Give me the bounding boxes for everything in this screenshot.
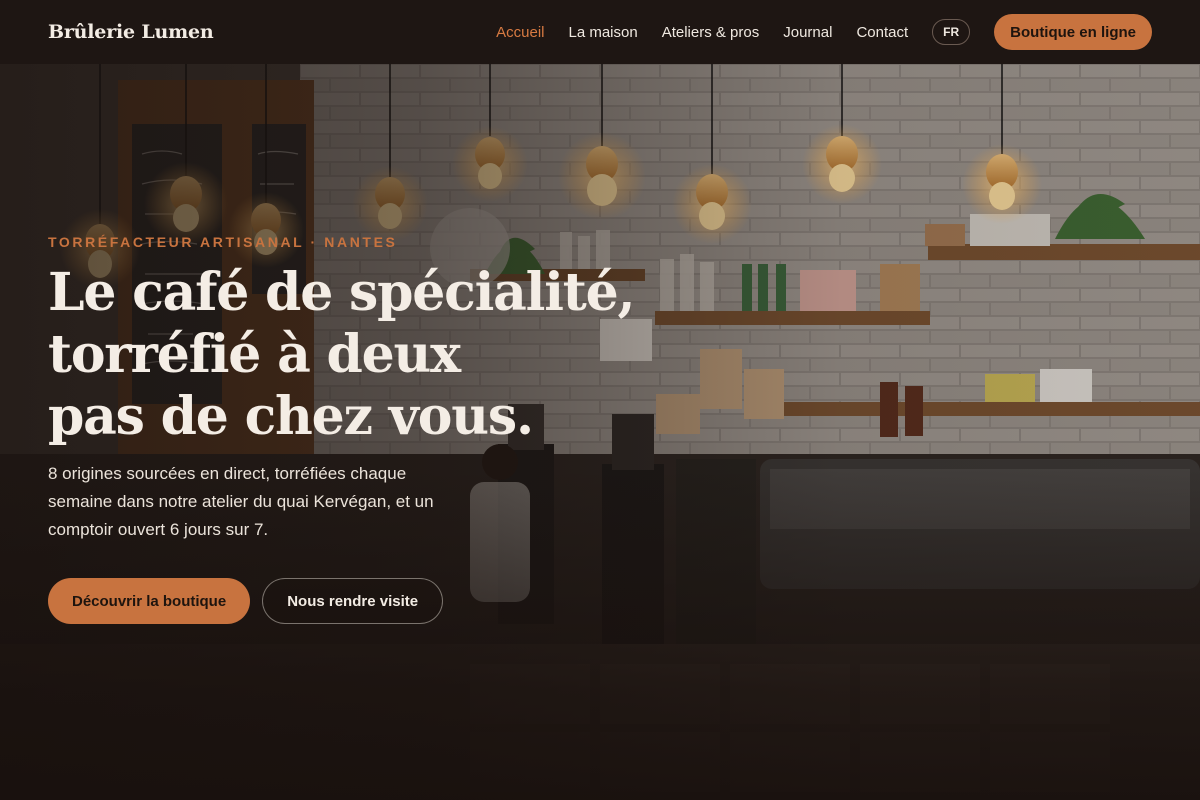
hero-cta-group: Découvrir la boutique Nous rendre visite [48,578,668,624]
hero-eyebrow: Torréfacteur artisanal · Nantes [48,234,398,250]
nav-link-ateliers-pros[interactable]: Ateliers & pros [662,24,760,41]
nav-link-accueil[interactable]: Accueil [496,24,544,41]
nav-links: Accueil La maison Ateliers & pros Journa… [472,14,1152,50]
headline-line-3: pas de chez vous. [48,386,534,447]
top-navigation: Brûlerie Lumen Accueil La maison Atelier… [0,0,1200,64]
brand-logo[interactable]: Brûlerie Lumen [48,21,214,43]
hero-lead-text: 8 origines sourcées en direct, torréfiée… [48,464,434,539]
nav-link-journal[interactable]: Journal [783,24,832,41]
visit-us-button[interactable]: Nous rendre visite [262,578,444,624]
online-shop-button[interactable]: Boutique en ligne [994,14,1152,50]
nav-link-contact[interactable]: Contact [856,24,908,41]
discover-shop-button[interactable]: Découvrir la boutique [48,578,251,624]
hero-headline: Le café de spécialité, torréfié à deux p… [48,262,668,448]
nav-link-la-maison[interactable]: La maison [568,24,637,41]
headline-line-2: torréfié à deux [48,324,461,385]
headline-line-1: Le café de spécialité, [48,262,636,323]
language-switcher[interactable]: FR [932,19,971,45]
hero-content: Torréfacteur artisanal · Nantes Le café … [48,234,668,624]
